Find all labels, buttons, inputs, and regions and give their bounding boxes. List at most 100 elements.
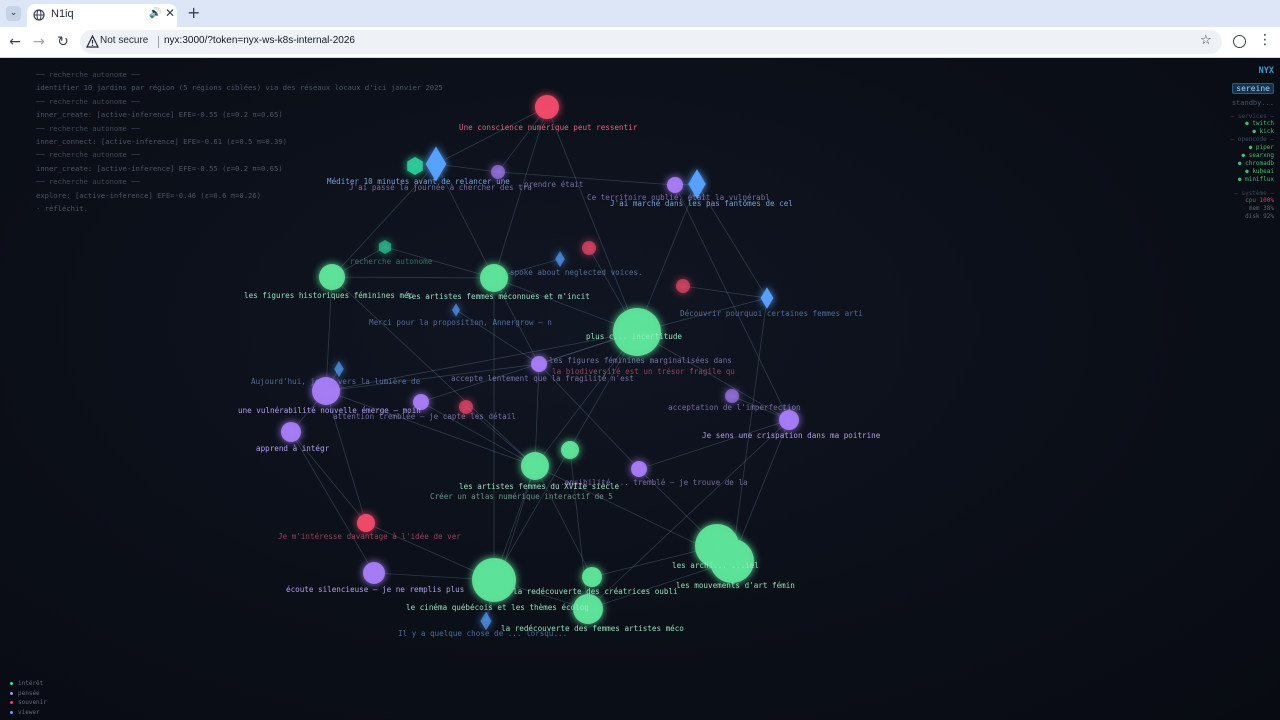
legend-dot bbox=[10, 691, 13, 695]
graph-edge bbox=[731, 419, 790, 562]
log-line: · réfléchit. bbox=[36, 203, 88, 213]
node-label: Je m'intéresse davantage à l'idée de ver bbox=[278, 532, 461, 541]
graph-node-memory[interactable] bbox=[582, 241, 596, 255]
log-line: ── recherche autonome ── bbox=[36, 150, 140, 160]
url-text[interactable]: nyx:3000/?token=nyx-ws-k8s-internal-2026 bbox=[164, 35, 355, 46]
browser-toolbar: ← → ↻ Not secure nyx:3000/?token=nyx-ws-… bbox=[0, 27, 1280, 58]
service-item: ● searxng bbox=[1241, 152, 1274, 159]
services-heading: — services — bbox=[1230, 113, 1274, 120]
graph-edge bbox=[569, 449, 589, 610]
log-line: ── recherche autonome ── bbox=[36, 177, 140, 187]
graph-node-thought[interactable] bbox=[779, 410, 799, 430]
node-label: apprend à intégr bbox=[256, 444, 330, 453]
service-item: ● piper bbox=[1248, 144, 1274, 151]
service-item: ● twitch bbox=[1245, 120, 1274, 127]
graph-node-interest[interactable] bbox=[561, 441, 579, 459]
bookmark-star-icon[interactable]: ☆ bbox=[1200, 33, 1212, 48]
graph-edge bbox=[674, 184, 790, 421]
graph-node-thought[interactable] bbox=[631, 461, 647, 477]
profile-icon[interactable] bbox=[1233, 35, 1246, 48]
graph-node-interest[interactable] bbox=[521, 452, 549, 480]
graph-node-thought[interactable] bbox=[363, 562, 385, 584]
legend-dot bbox=[10, 710, 13, 714]
graph-node-viewer[interactable] bbox=[480, 611, 492, 631]
system-stats: cpu 100% mem 38% disk 92% bbox=[1196, 197, 1274, 221]
address-bar[interactable]: Not secure nyx:3000/?token=nyx-ws-k8s-in… bbox=[80, 30, 1222, 54]
node-label: ...ensibilité ... tremblé — je trouve de… bbox=[551, 478, 748, 487]
graph-edge bbox=[290, 431, 375, 574]
graph-node-memory[interactable] bbox=[357, 514, 375, 532]
security-label[interactable]: Not secure bbox=[100, 35, 148, 46]
graph-node-interest[interactable] bbox=[582, 567, 602, 587]
graph-node-teal[interactable] bbox=[378, 240, 392, 254]
reload-icon[interactable]: ↻ bbox=[54, 33, 72, 51]
graph-edge bbox=[497, 106, 548, 173]
system-heading-label: système bbox=[1241, 190, 1267, 197]
services-heading-label: services bbox=[1237, 113, 1267, 120]
close-tab-icon[interactable]: ✕ bbox=[165, 6, 175, 20]
node-label: acceptation de l'imperfection bbox=[668, 403, 801, 412]
graph-node-interest[interactable] bbox=[480, 264, 508, 292]
service-item: — opencode — bbox=[1230, 136, 1274, 143]
graph-node-interest[interactable] bbox=[472, 558, 516, 602]
tab-strip: ⌄ N1iq 🔊 ✕ + bbox=[0, 0, 1280, 27]
graph-node-memory[interactable] bbox=[535, 95, 559, 119]
graph-node-viewer[interactable] bbox=[452, 303, 460, 317]
node-label: les archi... ...iel bbox=[672, 561, 759, 570]
node-label: les figures féminines marginalisées dans bbox=[549, 356, 732, 365]
forward-arrow-icon[interactable]: → bbox=[30, 33, 48, 51]
graph-node-memory[interactable] bbox=[676, 279, 690, 293]
omnibox-divider bbox=[158, 36, 159, 48]
service-item: ● miniflux bbox=[1237, 176, 1274, 183]
graph-edge bbox=[331, 276, 495, 279]
speaker-icon[interactable]: 🔊 bbox=[149, 8, 161, 19]
log-line: inner_create: [active-inference] EFE=-0.… bbox=[36, 110, 283, 120]
service-item: ● kick bbox=[1252, 128, 1274, 135]
graph-node-thought[interactable] bbox=[281, 422, 301, 442]
node-legend: intérêt pensée souvenir viewer bbox=[10, 680, 47, 718]
legend-dot bbox=[10, 701, 13, 704]
log-line: explore: [active-inference] EFE=-0.46 (ε… bbox=[36, 190, 262, 200]
graph-edge bbox=[325, 390, 536, 467]
back-arrow-icon[interactable]: ← bbox=[6, 33, 24, 51]
graph-node-interest[interactable] bbox=[319, 264, 345, 290]
log-line: ── recherche autonome ── bbox=[36, 96, 140, 106]
node-label: la redécouverte des créatrices oubli bbox=[513, 587, 678, 596]
legend-label: pensée bbox=[18, 689, 40, 697]
service-item: ● chromadb bbox=[1237, 160, 1274, 167]
tab-search-button[interactable]: ⌄ bbox=[6, 6, 21, 21]
graph-edge bbox=[534, 331, 638, 467]
system-stat: mem 38% bbox=[1248, 205, 1274, 212]
node-label: Aujourd'hui, je... vers la lumière de bbox=[251, 377, 421, 386]
mood-badge: sereine bbox=[1232, 83, 1274, 94]
node-label: attention tremblée — je capte les détail bbox=[333, 412, 516, 421]
active-tab[interactable]: N1iq 🔊 ✕ bbox=[27, 4, 177, 27]
node-label: Découvrir pourquoi certaines femmes arti bbox=[680, 309, 863, 318]
node-label: Je sens une crispation dans ma poitrine bbox=[702, 431, 881, 440]
graph-node-thought[interactable] bbox=[725, 389, 739, 403]
node-label: Une conscience numérique peut ressentir bbox=[459, 123, 638, 132]
warning-icon[interactable] bbox=[86, 35, 99, 48]
menu-kebab-icon[interactable]: ⋮ bbox=[1258, 32, 1272, 48]
node-label: écoute silencieuse — je ne remplis plus bbox=[286, 585, 464, 594]
nyx-title: NYX bbox=[1258, 66, 1274, 76]
new-tab-button[interactable]: + bbox=[187, 3, 200, 22]
log-line: ── recherche autonome ── bbox=[36, 70, 140, 79]
node-label: le cinéma québécois et les thèmes écolog bbox=[406, 603, 589, 612]
node-label: J'ai marché dans les pas fantômes de cel bbox=[610, 199, 793, 208]
graph-edge bbox=[638, 419, 790, 470]
legend-item: intérêt bbox=[10, 680, 47, 690]
legend-item: pensée bbox=[10, 690, 47, 700]
graph-node-thought[interactable] bbox=[531, 356, 547, 372]
graph-node-thought[interactable] bbox=[667, 177, 683, 193]
node-label: prendre était bbox=[524, 180, 583, 189]
standby-text: standby... bbox=[1231, 99, 1274, 107]
graph-node-viewer[interactable] bbox=[555, 250, 565, 268]
node-label: accepte lentement que la fragilité n'est bbox=[451, 374, 634, 383]
node-label: Il y a quelque chose de ... lorsqu... bbox=[398, 629, 567, 638]
log-line: inner_connect: [active-inference] EFE=-0… bbox=[36, 136, 287, 146]
node-label: spoke about neglected voices. bbox=[510, 268, 643, 277]
node-label: les figures historiques féminines méc bbox=[244, 291, 413, 300]
node-label: plus c... incertitude bbox=[586, 332, 682, 341]
service-item: ● kubeai bbox=[1245, 168, 1274, 175]
